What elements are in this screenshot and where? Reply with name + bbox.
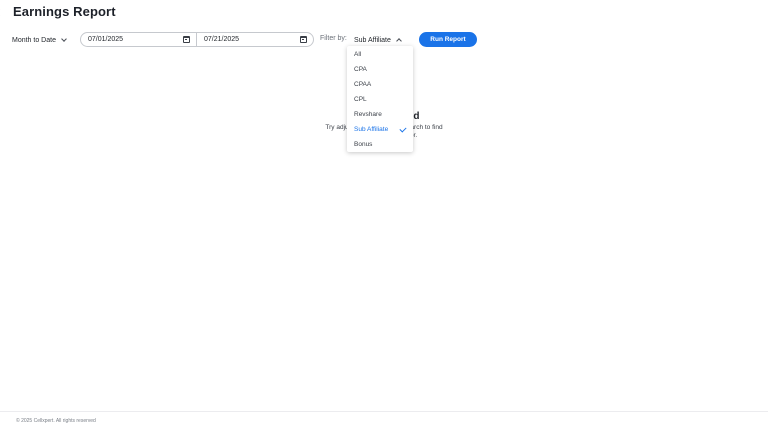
dropdown-option-sub-affiliate[interactable]: Sub Affiliate xyxy=(347,122,413,137)
filter-dropdown-menu: All CPA CPAA CPL Revshare Sub Affiliate … xyxy=(347,46,413,152)
date-range-select[interactable]: Month to Date xyxy=(12,33,67,47)
calendar-icon[interactable] xyxy=(183,36,190,43)
check-icon xyxy=(399,124,407,133)
dropdown-option-cpl[interactable]: CPL xyxy=(347,92,413,107)
dropdown-option-revshare[interactable]: Revshare xyxy=(347,107,413,122)
page-title: Earnings Report xyxy=(13,4,116,19)
calendar-icon[interactable] xyxy=(300,36,307,43)
footer-divider xyxy=(0,411,768,412)
run-report-button[interactable]: Run Report xyxy=(419,32,477,47)
end-date-value: 07/21/2025 xyxy=(204,36,240,43)
filter-by-label: Filter by: xyxy=(320,35,347,42)
start-date-value: 07/01/2025 xyxy=(88,36,124,43)
footer-copyright: © 2025 Cellxpert. All rights reserved xyxy=(16,418,96,424)
dropdown-option-all[interactable]: All xyxy=(347,47,413,62)
end-date-input[interactable]: 07/21/2025 xyxy=(197,32,314,47)
chevron-down-icon xyxy=(61,36,67,42)
start-date-input[interactable]: 07/01/2025 xyxy=(80,32,197,47)
dropdown-option-cpa[interactable]: CPA xyxy=(347,62,413,77)
collapse-handle-icon[interactable] xyxy=(0,8,4,17)
date-range-label: Month to Date xyxy=(12,36,56,44)
chevron-up-icon xyxy=(396,38,402,44)
filter-by-select[interactable]: Sub Affiliate xyxy=(354,33,402,47)
dropdown-option-cpaa[interactable]: CPAA xyxy=(347,77,413,92)
filter-by-value: Sub Affiliate xyxy=(354,36,391,44)
dropdown-option-bonus[interactable]: Bonus xyxy=(347,137,413,152)
